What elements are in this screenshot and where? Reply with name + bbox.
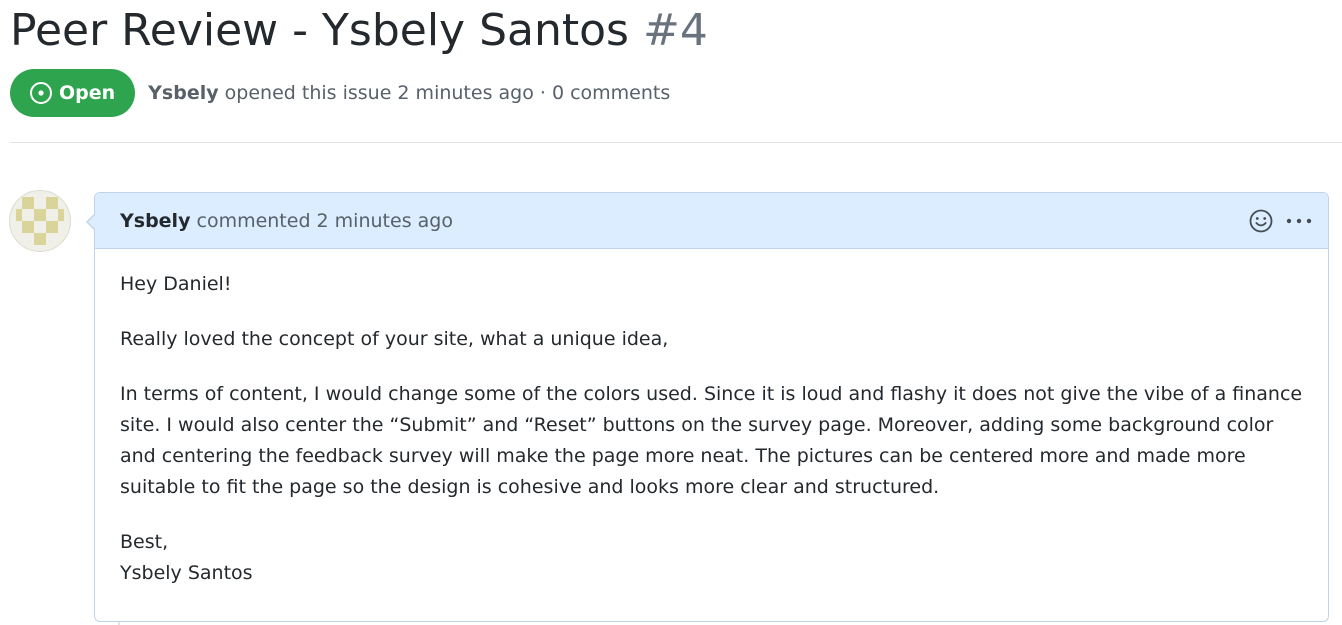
smiley-icon [1249,209,1273,232]
issue-opened-icon [29,81,53,105]
comment-closing: Best, [120,531,169,553]
issue-state-label: Open [59,82,116,104]
kebab-horizontal-icon [1286,218,1312,223]
comment-options-button[interactable] [1284,208,1314,234]
issue-number: #4 [642,5,708,56]
comment-greeting: Hey Daniel! [120,273,232,295]
avatar[interactable] [9,190,71,252]
comment-actions [1248,208,1314,234]
identicon-icon [16,197,64,245]
comment-signature: Ysbely Santos [120,562,253,584]
issue-meta-text: Ysbely opened this issue 2 minutes ago ·… [148,82,670,104]
comment-paragraph-2: In terms of content, I would change some… [120,383,1303,498]
comment-paragraph-1: Really loved the concept of your site, w… [120,328,669,350]
comment-author-link[interactable]: Ysbely [120,210,190,232]
issue-state-badge: Open [10,69,136,117]
issue-page: Peer Review - Ysbely Santos #4 Open Ysbe… [0,0,1342,625]
comment-body: Hey Daniel! Really loved the concept of … [95,249,1328,589]
comment-header: Ysbely commented 2 minutes ago [95,193,1328,249]
add-reaction-button[interactable] [1248,208,1274,234]
issue-title: Peer Review - Ysbely Santos #4 [10,0,708,62]
comment-box: Ysbely commented 2 minutes ago Hey Danie… [86,192,1329,622]
issue-meta: Open Ysbely opened this issue 2 minutes … [10,69,670,117]
issue-author-link[interactable]: Ysbely [148,82,218,104]
header-divider [10,142,1342,143]
comment-timestamp[interactable]: commented 2 minutes ago [190,210,452,232]
comment-header-text: Ysbely commented 2 minutes ago [120,210,1248,232]
issue-title-text: Peer Review - Ysbely Santos [10,5,629,56]
comment-caret-fill [88,214,96,230]
issue-opened-text: opened this issue 2 minutes ago · 0 comm… [218,82,671,104]
